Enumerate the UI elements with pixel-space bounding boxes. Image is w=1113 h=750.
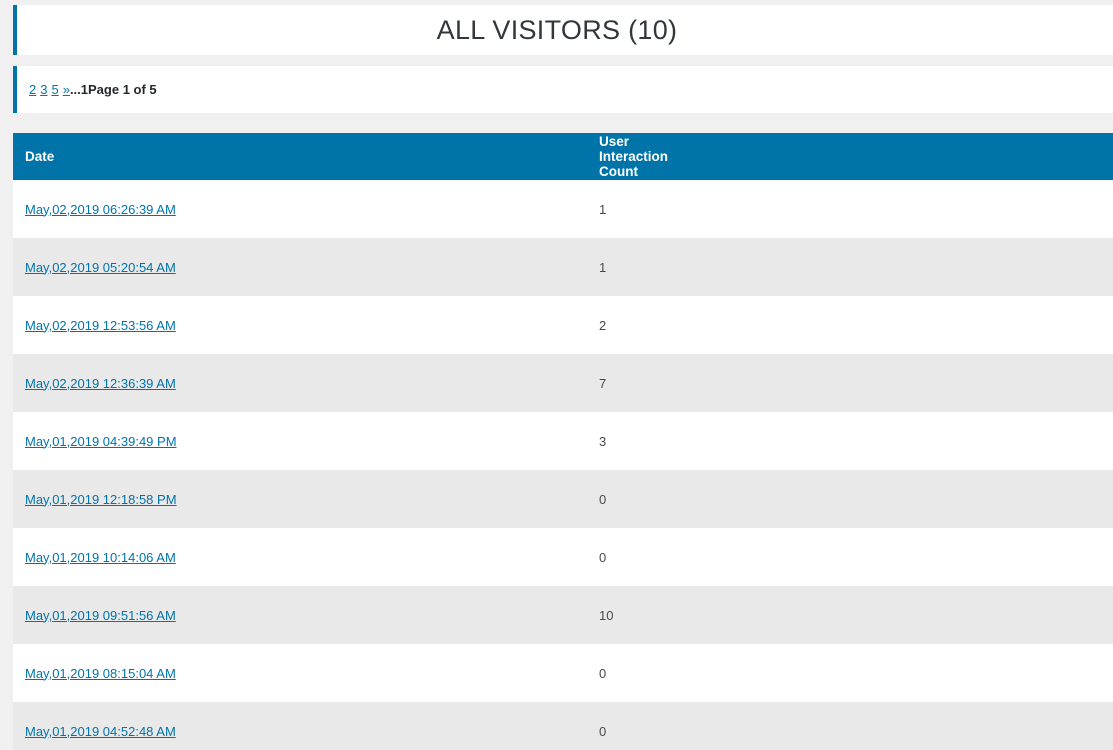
table-row: May,01,2019 04:52:48 AM0biqgu1dyplaAmigo… xyxy=(13,702,1113,750)
table-row: May,02,2019 12:53:56 AM25l0omsve4hgAmigo… xyxy=(13,296,1113,354)
table-header-row: Date User Interaction Count Session ID N… xyxy=(13,133,1113,180)
visitor-date-link[interactable]: May,02,2019 05:20:54 AM xyxy=(25,260,176,275)
cell-user-interaction-count: 1 xyxy=(599,201,607,217)
cell-session-id: 8wodkx17ugd xyxy=(599,470,1113,528)
page-3-link[interactable]: 3 xyxy=(40,82,47,97)
cell-session-id: m21neguww3o xyxy=(599,412,1113,470)
cell-date: May,02,2019 06:26:39 AM xyxy=(13,180,306,238)
visitor-date-link[interactable]: May,01,2019 09:51:56 AM xyxy=(25,608,176,623)
cell-session-id: d8z3fvv7jv8 xyxy=(599,238,1113,296)
table-row: May,02,2019 06:26:39 AM1mpqfadx6r9aTomVi… xyxy=(13,180,1113,238)
pagination-summary: Page 1 of 5 xyxy=(88,82,157,97)
cell-date: May,01,2019 12:18:58 PM xyxy=(13,470,306,528)
cell-user-interaction-count: 0 xyxy=(599,491,607,507)
table-row: May,01,2019 09:51:56 AM10te28u53w5unAmig… xyxy=(13,586,1113,644)
table-row: May,01,2019 04:39:49 PM3m21neguww3oAmigo… xyxy=(13,412,1113,470)
column-header-user-interaction-count[interactable]: User Interaction Count xyxy=(306,133,668,180)
cell-date: May,01,2019 04:39:49 PM xyxy=(13,412,306,470)
visitors-table: Date User Interaction Count Session ID N… xyxy=(13,133,1113,750)
cell-session-id: te28u53w5un xyxy=(599,586,1113,644)
page-5-link[interactable]: 5 xyxy=(51,82,58,97)
visitors-table-head: Date User Interaction Count Session ID N… xyxy=(13,133,1113,180)
visitor-date-link[interactable]: May,01,2019 12:18:58 PM xyxy=(25,492,177,507)
cell-user-interaction-count: 7 xyxy=(599,375,607,391)
cell-session-id: biqgu1dypla xyxy=(599,702,1113,750)
cell-session-id: sjh0ws0kgyg xyxy=(599,644,1113,702)
page-root: ALL VISITORS (10) 2 3 5 »...1Page 1 of 5 Da… xyxy=(0,0,1113,750)
visitor-date-link[interactable]: May,02,2019 06:26:39 AM xyxy=(25,202,176,217)
column-header-session-id[interactable]: Session ID xyxy=(599,133,1113,180)
table-row: May,01,2019 12:18:58 PM08wodkx17ugdAmigo… xyxy=(13,470,1113,528)
cell-user-interaction-count: 3 xyxy=(599,433,607,449)
cell-session-id: 5l0omsve4hg xyxy=(599,296,1113,354)
table-row: May,01,2019 08:15:04 AM0sjh0ws0kgygAmigo… xyxy=(13,644,1113,702)
visitor-date-link[interactable]: May,01,2019 04:39:49 PM xyxy=(25,434,177,449)
pagination: 2 3 5 »...1Page 1 of 5 xyxy=(17,83,157,96)
cell-date: May,01,2019 08:15:04 AM xyxy=(13,644,306,702)
cell-session-id: 1a2gmpituiv xyxy=(599,528,1113,586)
cell-date: May,02,2019 12:36:39 AM xyxy=(13,354,306,412)
cell-date: May,01,2019 10:14:06 AM xyxy=(13,528,306,586)
cell-user-interaction-count: 0 xyxy=(599,665,607,681)
cell-user-interaction-count: 1 xyxy=(599,259,607,275)
visitor-date-link[interactable]: May,01,2019 08:15:04 AM xyxy=(25,666,176,681)
next-page-link[interactable]: » xyxy=(63,82,70,97)
visitor-date-link[interactable]: May,02,2019 12:53:56 AM xyxy=(25,318,176,333)
cell-session-id: mpqfadx6r9a xyxy=(599,180,1113,238)
visitor-date-link[interactable]: May,01,2019 04:52:48 AM xyxy=(25,724,176,739)
visitors-table-body: May,02,2019 06:26:39 AM1mpqfadx6r9aTomVi… xyxy=(13,180,1113,750)
pagination-current-page: 1 xyxy=(80,82,89,97)
page-title: ALL VISITORS (10) xyxy=(436,14,678,45)
cell-user-interaction-count: 2 xyxy=(599,317,607,333)
cell-user-interaction-count: 10 xyxy=(599,607,614,623)
cell-session-id: 00wrcu9zsbsxp xyxy=(599,354,1113,412)
pagination-panel: 2 3 5 »...1Page 1 of 5 xyxy=(13,66,1113,113)
column-header-date[interactable]: Date xyxy=(13,133,306,180)
cell-date: May,01,2019 09:51:56 AM xyxy=(13,586,306,644)
table-row: May,01,2019 10:14:06 AM01a2gmpituivAmigo… xyxy=(13,528,1113,586)
visitors-table-container: Date User Interaction Count Session ID N… xyxy=(13,133,1113,750)
cell-user-interaction-count: 0 xyxy=(599,723,607,739)
visitor-date-link[interactable]: May,02,2019 12:36:39 AM xyxy=(25,376,176,391)
cell-user-interaction-count: 0 xyxy=(599,549,607,565)
page-title-panel: ALL VISITORS (10) xyxy=(13,5,1113,55)
table-row: May,02,2019 12:36:39 AM700wrcu9zsbsxpAmi… xyxy=(13,354,1113,412)
visitor-date-link[interactable]: May,01,2019 10:14:06 AM xyxy=(25,550,176,565)
pagination-ellipsis: ... xyxy=(69,82,81,97)
page-2-link[interactable]: 2 xyxy=(29,82,36,97)
cell-date: May,02,2019 05:20:54 AM xyxy=(13,238,306,296)
cell-date: May,02,2019 12:53:56 AM xyxy=(13,296,306,354)
cell-date: May,01,2019 04:52:48 AM xyxy=(13,702,306,750)
table-row: May,02,2019 05:20:54 AM1d8z3fvv7jv8Amigo… xyxy=(13,238,1113,296)
